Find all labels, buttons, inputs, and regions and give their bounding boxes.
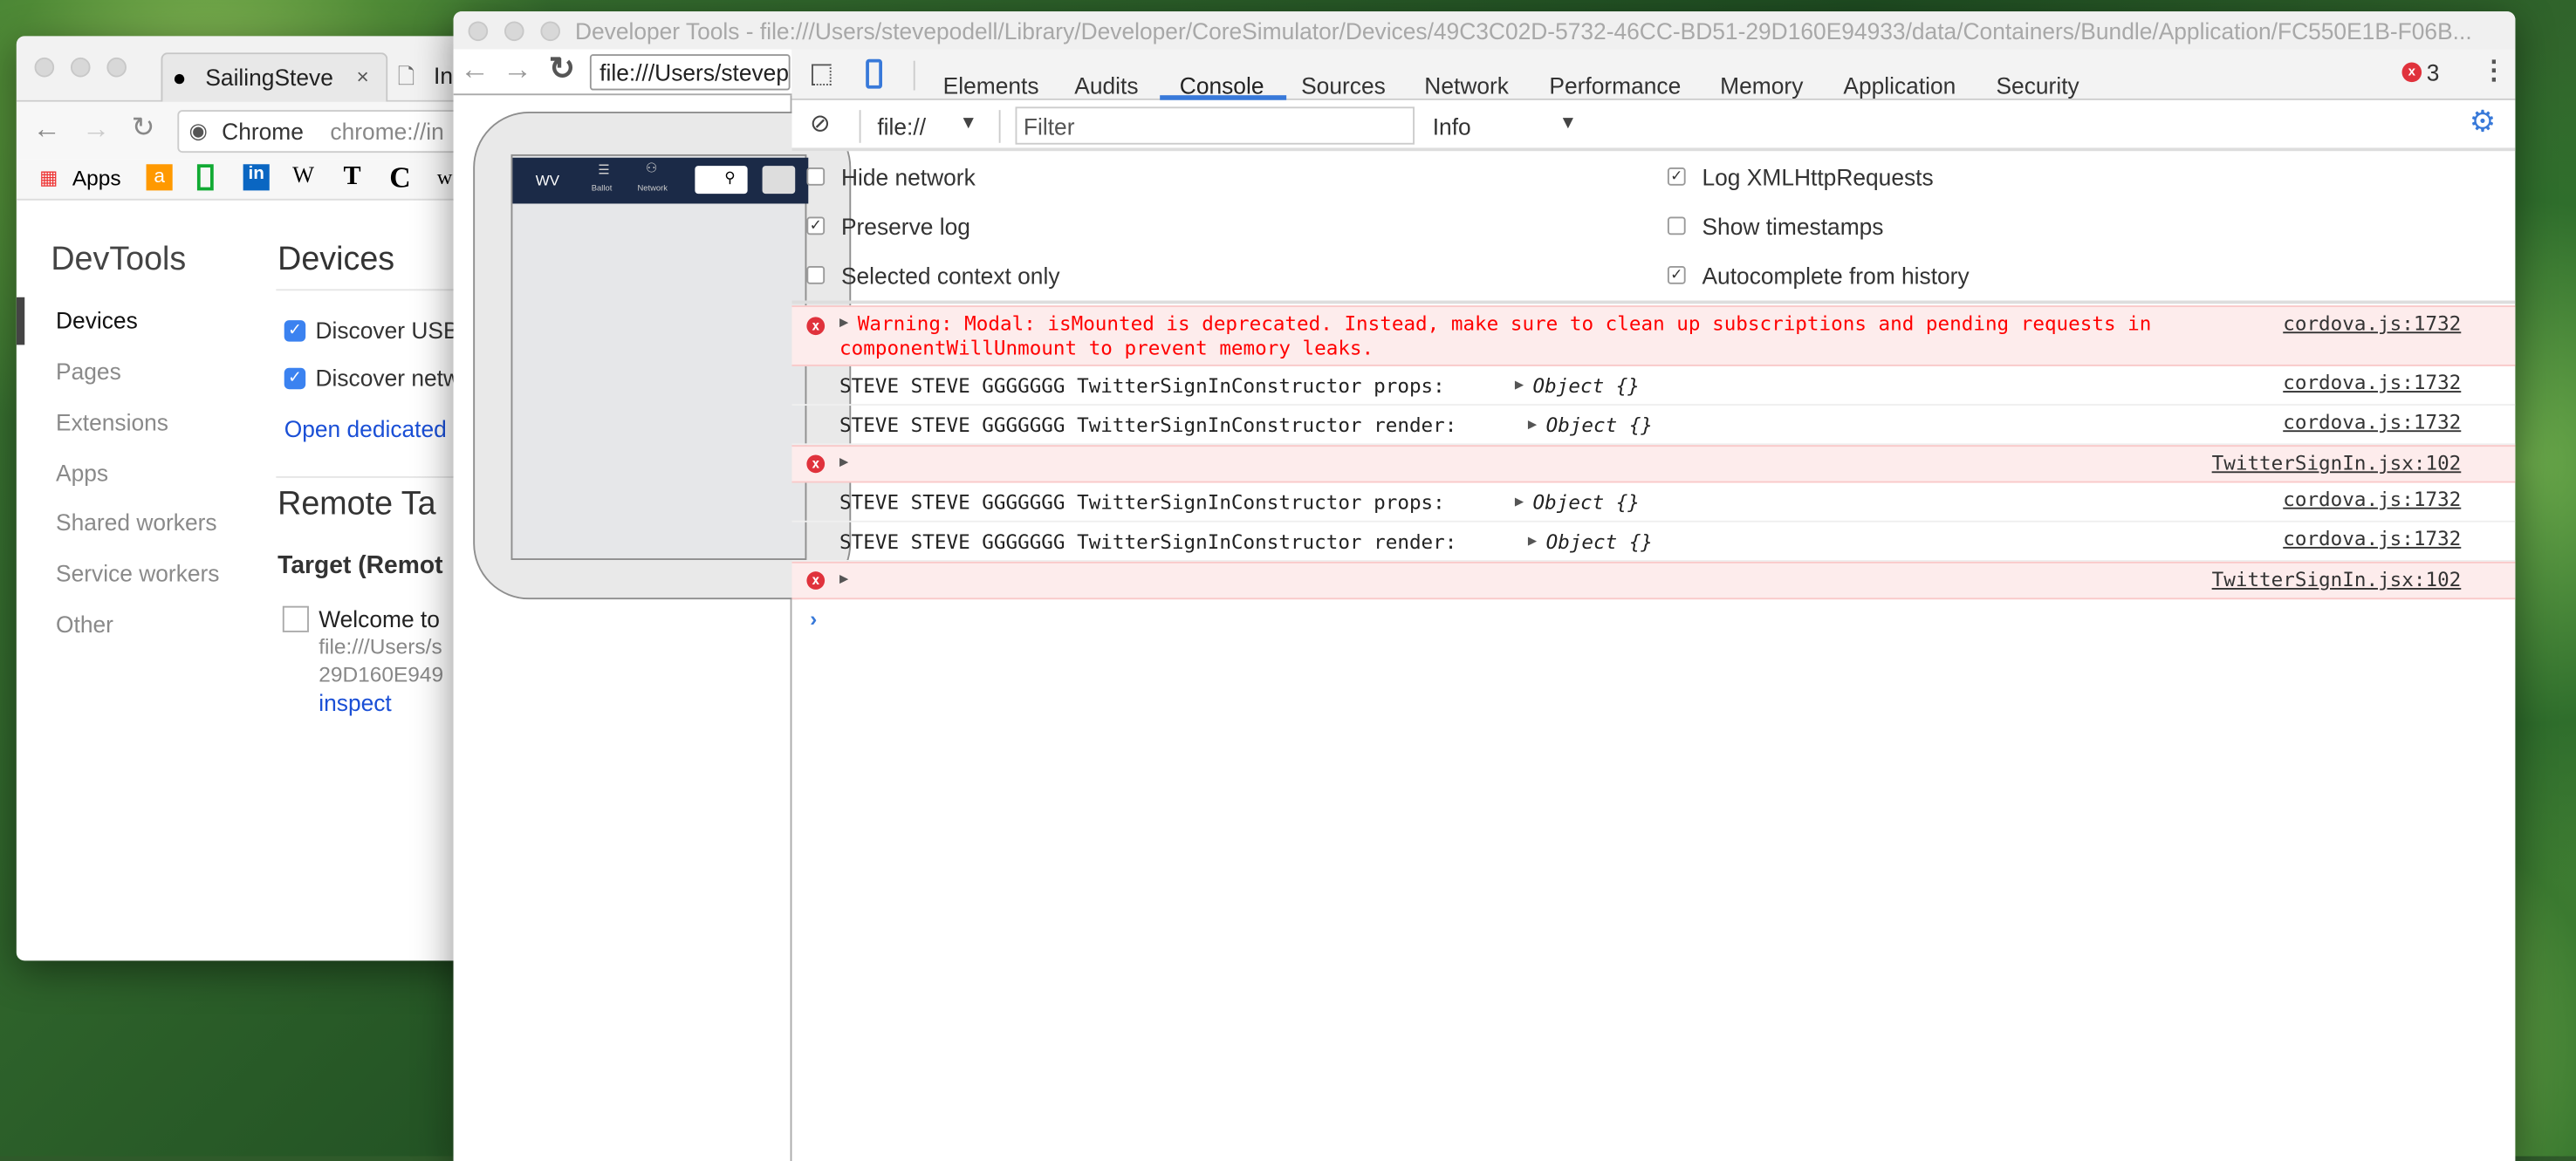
- github-icon: ●: [172, 64, 187, 91]
- tab-performance[interactable]: Performance: [1549, 72, 1681, 99]
- selected-context-checkbox[interactable]: [806, 265, 826, 284]
- source-link[interactable]: cordova.js:1732: [2283, 312, 2461, 335]
- app-search-box[interactable]: ⚲: [695, 166, 748, 195]
- screencast-pane: ← → ↻ file:///Users/stevep WV ☰ Ballot ⚇…: [453, 49, 852, 1161]
- console-message-error[interactable]: x ▶ TwitterSignIn.jsx:102: [791, 445, 2516, 483]
- wikipedia-icon[interactable]: W: [292, 164, 314, 190]
- tab-security[interactable]: Security: [1996, 72, 2079, 99]
- more-menu-icon[interactable]: ⋮: [2481, 54, 2507, 87]
- object-preview[interactable]: Object {}: [1533, 491, 1640, 514]
- discover-network-checkbox[interactable]: ✓: [284, 367, 306, 390]
- sidebar-item-apps[interactable]: Apps: [56, 460, 108, 486]
- show-timestamps-checkbox[interactable]: [1667, 216, 1686, 236]
- sidebar-item-devices[interactable]: Devices: [56, 307, 138, 333]
- search-icon: ⚲: [724, 168, 736, 186]
- console-message-log: STEVE STEVE GGGGGGG TwitterSignInConstru…: [791, 483, 2516, 522]
- expand-triangle-icon[interactable]: ▶: [839, 315, 848, 331]
- tab-sailingsteve[interactable]: ● SailingSteve ×: [161, 52, 388, 102]
- forward-icon[interactable]: →: [503, 52, 532, 87]
- filter-input[interactable]: Filter: [1015, 106, 1415, 145]
- expand-triangle-icon[interactable]: ▶: [1515, 495, 1524, 511]
- device-screen[interactable]: WV ☰ Ballot ⚇ Network ⚲: [510, 154, 809, 561]
- screencast-url-input[interactable]: file:///Users/stevep: [589, 54, 791, 91]
- console-message-log: STEVE STEVE GGGGGGG TwitterSignInConstru…: [791, 406, 2516, 446]
- tab-network[interactable]: Network: [1424, 72, 1509, 99]
- source-link[interactable]: cordova.js:1732: [2283, 371, 2461, 393]
- wapo-icon[interactable]: w: [437, 164, 453, 190]
- expand-triangle-icon[interactable]: ▶: [839, 571, 848, 588]
- console-prompt-input[interactable]: ›: [791, 601, 2515, 1156]
- sidebar-item-service-workers[interactable]: Service workers: [56, 560, 220, 586]
- green-bracket-icon[interactable]: [196, 164, 214, 191]
- log-xhr-checkbox[interactable]: ✓: [1667, 167, 1686, 186]
- bookmark-apps[interactable]: Apps: [72, 166, 121, 190]
- nytimes-icon[interactable]: T: [343, 162, 360, 192]
- network-icon: ⚇: [645, 160, 658, 176]
- chevron-down-icon[interactable]: ▼: [1559, 113, 1578, 133]
- document-icon: 🗋: [397, 64, 415, 89]
- device-toolbar-icon[interactable]: [866, 58, 883, 89]
- sidebar-title: DevTools: [51, 241, 187, 278]
- discover-usb-checkbox[interactable]: ✓: [284, 320, 306, 342]
- preserve-log-checkbox[interactable]: ✓: [806, 216, 826, 236]
- console-message-error[interactable]: x ▶ Warning: Modal: isMounted is depreca…: [791, 305, 2516, 366]
- back-icon[interactable]: ←: [460, 52, 490, 87]
- close-tab-icon[interactable]: ×: [357, 64, 369, 88]
- source-link[interactable]: TwitterSignIn.jsx:102: [2212, 568, 2462, 591]
- forward-icon[interactable]: →: [82, 113, 110, 147]
- linkedin-icon[interactable]: in: [243, 164, 270, 191]
- sidebar-item-shared-workers[interactable]: Shared workers: [56, 509, 217, 536]
- error-count-icon[interactable]: x: [2401, 62, 2422, 83]
- source-link[interactable]: cordova.js:1732: [2283, 411, 2461, 434]
- source-link[interactable]: TwitterSignIn.jsx:102: [2212, 452, 2462, 475]
- object-preview[interactable]: Object {}: [1546, 413, 1653, 436]
- expand-triangle-icon[interactable]: ▶: [1528, 417, 1537, 434]
- tab-memory[interactable]: Memory: [1720, 72, 1803, 99]
- expand-triangle-icon[interactable]: ▶: [839, 455, 848, 472]
- clear-console-icon[interactable]: ⊘: [810, 108, 831, 138]
- console-message-log: STEVE STEVE GGGGGGG TwitterSignInConstru…: [791, 522, 2516, 562]
- sidebar-item-pages[interactable]: Pages: [56, 358, 121, 384]
- expand-triangle-icon[interactable]: ▶: [1515, 378, 1524, 394]
- gear-icon[interactable]: ⚙: [2470, 105, 2496, 140]
- inspect-link[interactable]: inspect: [319, 690, 392, 716]
- window-title: Developer Tools - file:///Users/stevepod…: [574, 17, 2472, 44]
- amazon-icon[interactable]: a: [146, 164, 173, 191]
- tab-audits[interactable]: Audits: [1074, 72, 1138, 99]
- reload-icon[interactable]: ↻: [132, 112, 155, 145]
- source-link[interactable]: cordova.js:1732: [2283, 488, 2461, 510]
- object-preview[interactable]: Object {}: [1533, 374, 1640, 397]
- object-preview[interactable]: Object {}: [1546, 530, 1653, 553]
- autocomplete-checkbox[interactable]: ✓: [1667, 265, 1686, 284]
- expand-triangle-icon[interactable]: ▶: [1528, 534, 1537, 550]
- app-navbar: WV ☰ Ballot ⚇ Network ⚲: [512, 157, 809, 204]
- console-message-log: STEVE STEVE GGGGGGG TwitterSignInConstru…: [791, 366, 2516, 406]
- chevron-down-icon[interactable]: ▼: [959, 113, 977, 133]
- inspect-element-icon[interactable]: [812, 64, 832, 85]
- chrome-window: ● SailingSteve × 🗋 Ins ← → ↻ ◉ Chrome ch…: [16, 36, 510, 961]
- target-thumbnail: [282, 605, 309, 632]
- console-message-error[interactable]: x ▶ TwitterSignIn.jsx:102: [791, 561, 2516, 600]
- avatar[interactable]: [762, 166, 796, 195]
- tab-application[interactable]: Application: [1843, 72, 1956, 99]
- reload-icon[interactable]: ↻: [549, 51, 575, 88]
- hide-network-checkbox[interactable]: [806, 167, 826, 186]
- desktop: ● SailingSteve × 🗋 Ins ← → ↻ ◉ Chrome ch…: [0, 0, 2576, 1161]
- ballot-icon: ☰: [598, 162, 610, 178]
- chrome-icon: ◉: [188, 118, 208, 143]
- error-count[interactable]: 3: [2427, 59, 2440, 85]
- apps-grid-icon: ▦: [39, 166, 58, 189]
- open-dedicated-link[interactable]: Open dedicated: [284, 415, 447, 441]
- back-icon[interactable]: ←: [33, 113, 61, 147]
- log-level-select[interactable]: Info: [1433, 113, 1471, 140]
- prompt-chevron-icon: ›: [810, 605, 818, 631]
- context-select[interactable]: file://: [877, 113, 926, 140]
- source-link[interactable]: cordova.js:1732: [2283, 527, 2461, 550]
- sidebar-item-other[interactable]: Other: [56, 611, 113, 637]
- page-title: Devices: [277, 241, 395, 278]
- tab-elements[interactable]: Elements: [943, 72, 1039, 99]
- c-logo-icon[interactable]: C: [389, 161, 410, 196]
- tab-sources[interactable]: Sources: [1301, 72, 1386, 99]
- sidebar-item-extensions[interactable]: Extensions: [56, 409, 168, 435]
